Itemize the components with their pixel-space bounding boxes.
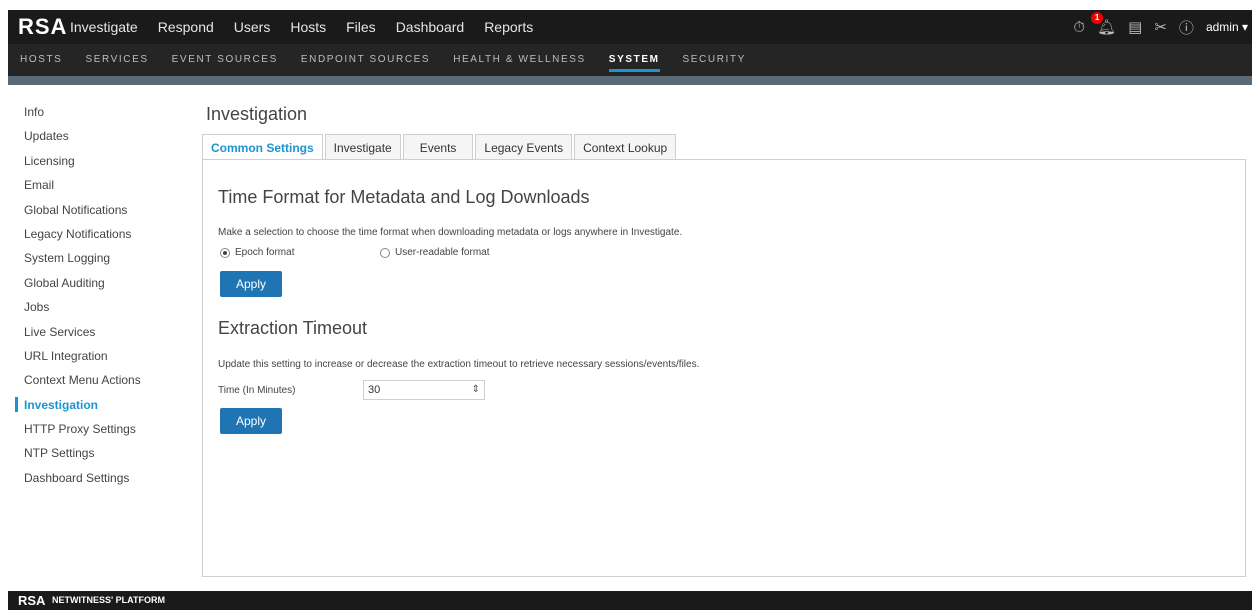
tools-icon[interactable]: ✂	[1154, 18, 1167, 36]
sidebar-item-http-proxy-settings[interactable]: HTTP Proxy Settings	[8, 417, 188, 441]
subnav-security[interactable]: SECURITY	[683, 44, 746, 76]
tasks-icon[interactable]: ▤	[1128, 18, 1142, 36]
time-minutes-label: Time (In Minutes)	[218, 385, 296, 396]
chevron-down-icon: ▾	[1241, 20, 1248, 34]
sidebar-item-context-menu-actions[interactable]: Context Menu Actions	[8, 368, 188, 392]
sidebar-item-live-services[interactable]: Live Services	[8, 320, 188, 344]
tab-legacy-events[interactable]: Legacy Events	[475, 134, 573, 160]
sidebar-item-legacy-notifications[interactable]: Legacy Notifications	[8, 222, 188, 246]
user-readable-format-radio[interactable]: User-readable format	[380, 247, 489, 258]
footer: RSA NETWITNESS' PLATFORM	[8, 591, 1252, 610]
nav-users[interactable]: Users	[234, 19, 271, 35]
page-title: Investigation	[206, 104, 308, 124]
settings-panel: Time Format for Metadata and Log Downloa…	[202, 159, 1246, 577]
main-nav: Investigate Respond Users Hosts Files Da…	[70, 10, 553, 44]
nav-investigate[interactable]: Investigate	[70, 19, 138, 35]
spinner-icon[interactable]: ⇕	[472, 381, 480, 399]
extraction-timeout-title: Extraction Timeout	[218, 318, 368, 338]
tab-bar: Common Settings Investigate Events Legac…	[202, 134, 678, 160]
sidebar-item-url-integration[interactable]: URL Integration	[8, 344, 188, 368]
subnav-hosts[interactable]: HOSTS	[20, 44, 62, 76]
nav-files[interactable]: Files	[346, 19, 376, 35]
nav-dashboard[interactable]: Dashboard	[396, 19, 465, 35]
top-navigation-bar: RSA Investigate Respond Users Hosts File…	[8, 10, 1252, 44]
sidebar-item-system-logging[interactable]: System Logging	[8, 246, 188, 270]
time-minutes-value: 30	[368, 384, 381, 396]
nav-reports[interactable]: Reports	[484, 19, 533, 35]
subnav-services[interactable]: SERVICES	[85, 44, 148, 76]
notification-badge: 1	[1091, 12, 1104, 24]
extraction-timeout-description: Update this setting to increase or decre…	[218, 359, 700, 370]
nav-respond[interactable]: Respond	[158, 19, 214, 35]
sidebar-item-info[interactable]: Info	[8, 100, 188, 124]
tab-common-settings[interactable]: Common Settings	[202, 134, 323, 160]
radio-selected-icon	[220, 247, 230, 258]
subnav-event-sources[interactable]: EVENT SOURCES	[172, 44, 278, 76]
radio-unselected-icon	[380, 247, 390, 258]
nav-hosts[interactable]: Hosts	[290, 19, 326, 35]
subnav-endpoint-sources[interactable]: ENDPOINT SOURCES	[301, 44, 430, 76]
subnav-health-wellness[interactable]: HEALTH & WELLNESS	[453, 44, 586, 76]
bell-icon[interactable]: 1 🔔︎	[1091, 12, 1116, 36]
top-right-tools: ⏱ 1 🔔︎ ▤ ✂ ⓘ admin ▾	[1061, 10, 1248, 44]
timer-icon[interactable]: ⏱	[1073, 19, 1085, 36]
help-icon[interactable]: ⓘ	[1179, 17, 1194, 38]
tab-context-lookup[interactable]: Context Lookup	[574, 134, 677, 160]
time-format-title: Time Format for Metadata and Log Downloa…	[218, 187, 590, 207]
rsa-logo[interactable]: RSA	[18, 14, 67, 40]
footer-logo: RSA	[18, 593, 46, 608]
user-menu[interactable]: admin ▾	[1206, 20, 1248, 34]
subnav-system[interactable]: SYSTEM	[608, 44, 660, 76]
sidebar-item-global-notifications[interactable]: Global Notifications	[8, 198, 188, 222]
sidebar-item-ntp-settings[interactable]: NTP Settings	[8, 441, 188, 465]
sidebar-item-global-auditing[interactable]: Global Auditing	[8, 271, 188, 295]
user-readable-format-label: User-readable format	[395, 247, 490, 258]
user-name: admin	[1205, 20, 1239, 34]
secondary-nav: HOSTS SERVICES EVENT SOURCES ENDPOINT SO…	[8, 44, 1252, 76]
epoch-format-radio[interactable]: Epoch format	[220, 247, 294, 258]
sidebar-item-jobs[interactable]: Jobs	[8, 295, 188, 319]
header-divider	[8, 76, 1252, 85]
tab-events[interactable]: Events	[402, 134, 474, 160]
sidebar-item-updates[interactable]: Updates	[8, 124, 188, 148]
sidebar: Info Updates Licensing Email Global Noti…	[8, 100, 188, 490]
tab-investigate[interactable]: Investigate	[324, 134, 401, 160]
time-format-description: Make a selection to choose the time form…	[218, 227, 683, 238]
epoch-format-label: Epoch format	[235, 247, 295, 258]
sidebar-item-dashboard-settings[interactable]: Dashboard Settings	[8, 466, 188, 490]
sidebar-item-email[interactable]: Email	[8, 173, 188, 197]
time-minutes-stepper[interactable]: 30 ⇕	[363, 380, 485, 400]
apply-extraction-timeout-button[interactable]: Apply	[220, 408, 282, 434]
sidebar-item-investigation[interactable]: Investigation	[8, 393, 188, 417]
footer-platform-name: NETWITNESS' PLATFORM	[52, 595, 165, 605]
apply-time-format-button[interactable]: Apply	[220, 271, 282, 297]
sidebar-item-licensing[interactable]: Licensing	[8, 149, 188, 173]
